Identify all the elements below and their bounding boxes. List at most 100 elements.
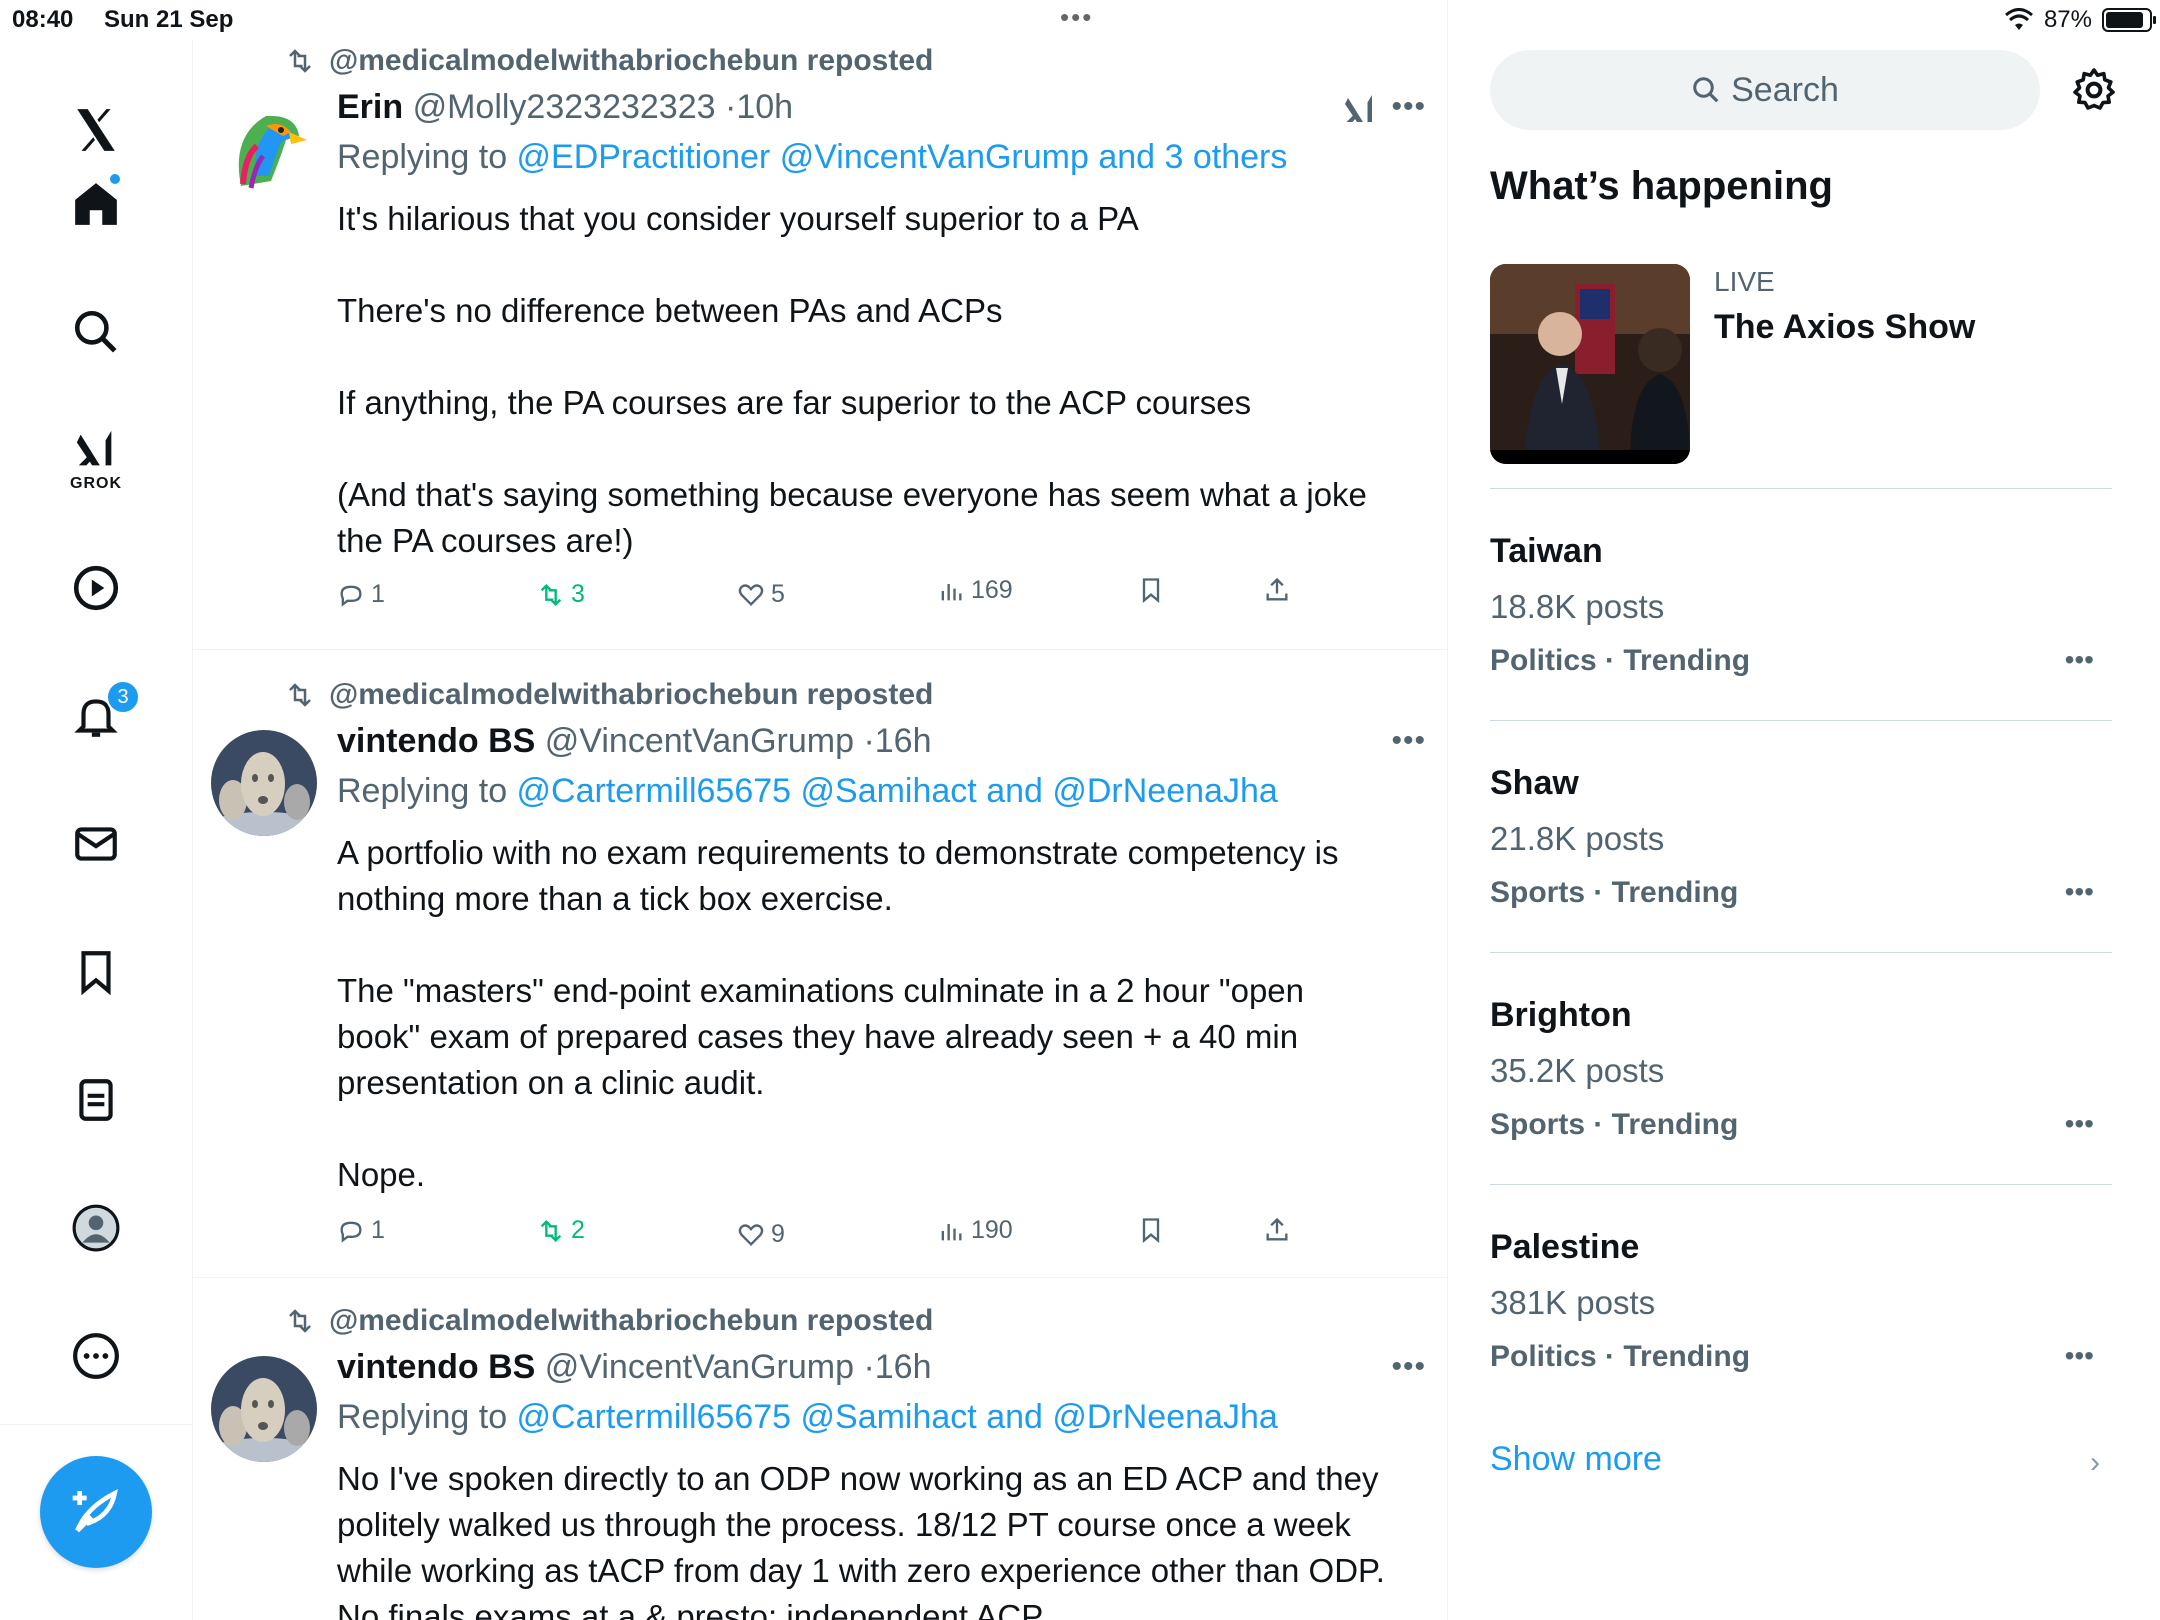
bookmark-icon (1142, 1218, 1160, 1243)
trend-count: 18.8K posts (1490, 588, 1665, 625)
like-button[interactable]: 5 (737, 580, 785, 609)
gear-icon[interactable] (2070, 66, 2118, 114)
heart-icon (738, 1223, 764, 1246)
search-icon (1693, 77, 1719, 103)
timeline-feed[interactable]: @medicalmodelwithabriochebun reposted Er… (193, 0, 1448, 1620)
tweet-actions: 1 2 9 190 (337, 1216, 1337, 1256)
repost-icon (540, 583, 562, 606)
nav-notifications[interactable]: 3 (46, 676, 146, 756)
repost-button[interactable]: 2 (537, 1216, 585, 1245)
compose-post-button[interactable] (40, 1456, 152, 1568)
tweet-time[interactable]: 10h (736, 88, 793, 126)
like-count: 5 (771, 580, 785, 608)
replying-to-link[interactable]: @Cartermill65675 @Samihact and @DrNeenaJ… (517, 772, 1278, 810)
replying-prefix: Replying to (337, 1398, 517, 1436)
show-more-link[interactable]: Show more (1490, 1440, 1662, 1479)
bookmark-button[interactable] (1137, 576, 1165, 604)
tweet-more-icon[interactable]: ••• (1391, 90, 1426, 124)
tweet[interactable]: @medicalmodelwithabriochebun reposted vi… (193, 1278, 1447, 1620)
tweet[interactable]: @medicalmodelwithabriochebun reposted Er… (193, 0, 1447, 650)
tweet-more-icon[interactable]: ••• (1391, 724, 1426, 758)
author-handle[interactable]: @VincentVanGrump (545, 722, 854, 760)
trend-name: Palestine (1490, 1228, 1640, 1266)
author-handle[interactable]: @VincentVanGrump (545, 1348, 854, 1386)
stone-heads-avatar-icon (211, 730, 317, 836)
like-button[interactable]: 9 (737, 1220, 785, 1249)
whats-happening-title: What’s happening (1490, 164, 1833, 208)
tweet-text: A portfolio with no exam requirements to… (337, 834, 1339, 1193)
nav-explore[interactable] (46, 292, 146, 372)
like-count: 9 (771, 1220, 785, 1248)
nav-more[interactable] (46, 1316, 146, 1396)
replying-to-link[interactable]: @EDPractitioner @VincentVanGrump and 3 o… (517, 138, 1288, 176)
reply-icon (340, 585, 362, 607)
trend-more-icon[interactable]: ••• (2065, 1108, 2094, 1140)
trend-name: Shaw (1490, 764, 1579, 802)
bookmark-button[interactable] (1137, 1216, 1165, 1244)
trend-more-icon[interactable]: ••• (2065, 1340, 2094, 1372)
grok-label: GROK (70, 475, 122, 492)
share-icon (1266, 1217, 1288, 1241)
nav-profile[interactable] (46, 1188, 146, 1268)
nav-grok[interactable]: GROK (46, 420, 146, 500)
nav-video[interactable] (46, 548, 146, 628)
trend-count: 35.2K posts (1490, 1052, 1665, 1089)
author-handle[interactable]: @Molly2323232323 (413, 88, 716, 126)
avatar[interactable] (211, 730, 317, 836)
replying-to: Replying to @Cartermill65675 @Samihact a… (337, 1398, 1278, 1437)
tweet-text: No I've spoken directly to an ODP now wo… (337, 1460, 1385, 1620)
list-icon (79, 1079, 113, 1121)
x-logo-icon[interactable] (46, 90, 146, 170)
notifications-badge: 3 (106, 680, 140, 714)
heart-icon (738, 583, 764, 606)
repost-label[interactable]: @medicalmodelwithabriochebun reposted (329, 44, 933, 78)
live-title[interactable]: The Axios Show (1714, 308, 1975, 347)
grok-icon (76, 430, 112, 466)
replying-prefix: Replying to (337, 138, 517, 176)
nav-lists[interactable] (46, 1060, 146, 1140)
tweet[interactable]: @medicalmodelwithabriochebun reposted vi… (193, 650, 1447, 1278)
avatar[interactable] (211, 96, 317, 202)
trend-more-icon[interactable]: ••• (2065, 644, 2094, 676)
nav-divider (0, 1424, 193, 1425)
tweet-time[interactable]: 16h (875, 1348, 932, 1386)
view-count: 169 (971, 576, 1013, 604)
author-name[interactable]: Erin (337, 88, 403, 126)
author-name[interactable]: vintendo BS (337, 1348, 535, 1386)
chevron-right-icon[interactable]: › (2090, 1446, 2100, 1480)
repost-label[interactable]: @medicalmodelwithabriochebun reposted (329, 1304, 933, 1338)
tweet-header: vintendo BS @VincentVanGrump ·16h (337, 1348, 932, 1386)
search-input[interactable]: Search (1490, 50, 2040, 130)
live-thumbnail[interactable] (1490, 264, 1690, 464)
trend-category: Politics · Trending (1490, 1340, 1751, 1373)
right-sidebar: Search What’s happening LIVE The Axios S… (1490, 0, 2120, 1620)
stone-heads-avatar-icon (211, 1356, 317, 1462)
share-button[interactable] (1263, 1216, 1291, 1244)
nav-messages[interactable] (46, 804, 146, 884)
trend-category: Sports · Trending (1490, 1108, 1739, 1141)
repost-label[interactable]: @medicalmodelwithabriochebun reposted (329, 678, 933, 712)
views-button[interactable]: 190 (937, 1216, 1013, 1245)
repost-icon (289, 1309, 311, 1333)
views-button[interactable]: 169 (937, 576, 1013, 605)
repost-button[interactable]: 3 (537, 580, 585, 609)
grok-explain-icon[interactable] (1342, 92, 1378, 128)
divider (1490, 720, 2112, 721)
reply-button[interactable]: 1 (337, 1216, 385, 1245)
avatar[interactable] (211, 1356, 317, 1462)
trend-count: 381K posts (1490, 1284, 1656, 1321)
repost-context: @medicalmodelwithabriochebun reposted (283, 678, 933, 712)
search-icon (74, 310, 117, 353)
home-icon (75, 183, 117, 225)
tweet-more-icon[interactable]: ••• (1391, 1350, 1426, 1384)
author-name[interactable]: vintendo BS (337, 722, 535, 760)
share-button[interactable] (1263, 576, 1291, 604)
reply-button[interactable]: 1 (337, 580, 385, 609)
nav-bookmarks[interactable] (46, 932, 146, 1012)
replying-to-link[interactable]: @Cartermill65675 @Samihact and @DrNeenaJ… (517, 1398, 1278, 1436)
tweet-time[interactable]: 16h (875, 722, 932, 760)
replying-to: Replying to @EDPractitioner @VincentVanG… (337, 138, 1287, 177)
trend-more-icon[interactable]: ••• (2065, 876, 2094, 908)
views-chart-icon (941, 583, 962, 600)
nav-home[interactable] (46, 164, 146, 244)
